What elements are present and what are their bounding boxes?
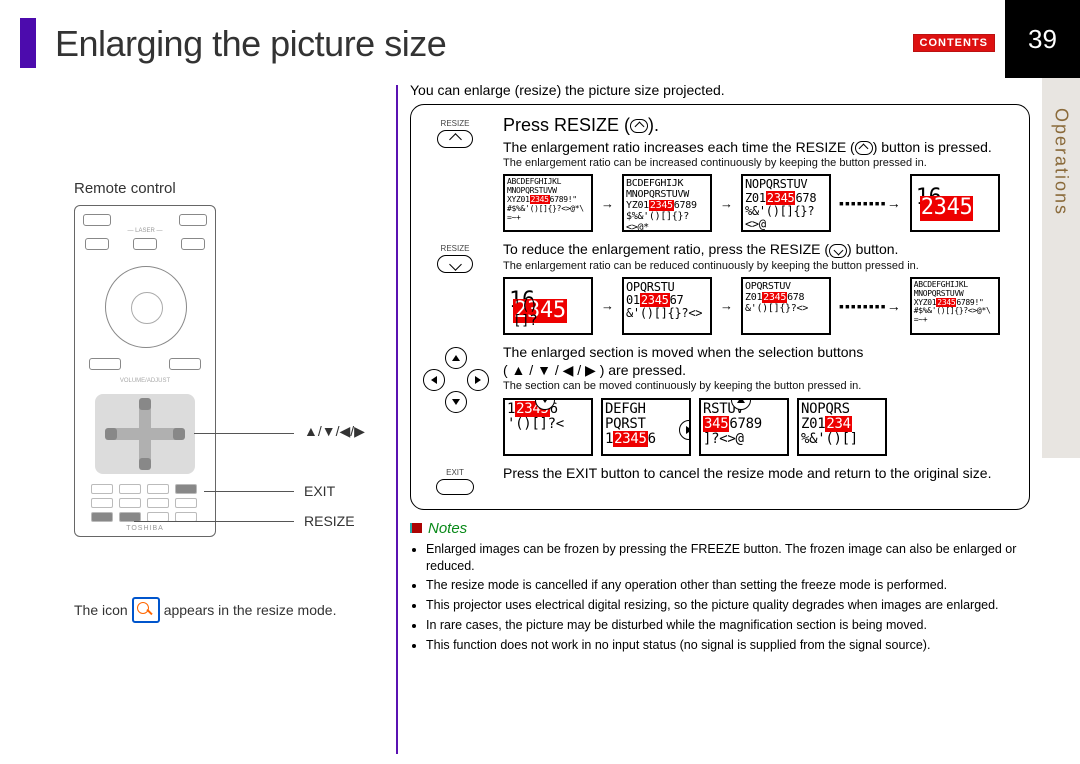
move-thumbs: 123456'()[]?< DEFGHPQRST123456 RSTUV3456… (503, 398, 1015, 456)
note-item: This function does not work in no input … (426, 637, 1030, 654)
enlarge-thumbs: ABCDEFGHIJKLMNOPQRSTUVWXYZ0123456789!"#$… (503, 174, 1015, 232)
notes-heading: Notes (428, 520, 467, 537)
step2-sub: The enlargement ratio can be reduced con… (503, 259, 1015, 273)
note-item: In rare cases, the picture may be distur… (426, 617, 1030, 634)
resize-down-label: RESIZE (441, 244, 470, 253)
title-bar: Enlarging the picture size (55, 20, 1000, 68)
dpad-icon (423, 347, 487, 411)
callout-arrows: ▲/▼/◀/▶ (304, 423, 365, 440)
brand-label: TOSHIBA (75, 525, 215, 532)
step2-text: To reduce the enlargement ratio, press t… (503, 240, 1015, 258)
reduce-thumbs: 123456'()[]?< → OPQRSTU01234567&'()[]{}?… (503, 277, 1015, 335)
intro-text: You can enlarge (resize) the picture siz… (410, 82, 1030, 98)
notes-section: Notes Enlarged images can be frozen by p… (410, 520, 1030, 654)
resize-up-label: RESIZE (441, 119, 470, 128)
icon-note-post: appears in the resize mode. (164, 602, 337, 618)
resize-down-icon (437, 255, 473, 273)
step4-text: Press the EXIT button to cancel the resi… (503, 464, 1015, 482)
column-divider (396, 85, 398, 754)
callout-exit: EXIT (304, 483, 335, 499)
remote-label: Remote control (74, 180, 384, 197)
exit-label: EXIT (446, 468, 464, 477)
icon-note: The icon appears in the resize mode. (74, 597, 384, 623)
icon-note-pre: The icon (74, 602, 128, 618)
step1-text: The enlargement ratio increases each tim… (503, 138, 1015, 156)
remote-diagram: — LASER — VOLUME/ADJUST TOSHIBA (74, 205, 216, 537)
note-item: Enlarged images can be frozen by pressin… (426, 541, 1030, 575)
notes-list: Enlarged images can be frozen by pressin… (426, 541, 1030, 654)
page-number: 39 (1005, 0, 1080, 78)
section-tab: Operations (1042, 78, 1080, 458)
instruction-box: RESIZE Press RESIZE (). The enlargement … (410, 104, 1030, 510)
callout-resize: RESIZE (304, 513, 355, 529)
resize-up-icon (437, 130, 473, 148)
step1-title: Press RESIZE (). (503, 115, 1015, 136)
note-item: This projector uses electrical digital r… (426, 597, 1030, 614)
page-title: Enlarging the picture size (55, 23, 446, 65)
step1-sub: The enlargement ratio can be increased c… (503, 156, 1015, 170)
exit-icon (436, 479, 474, 495)
notes-bullet-icon (410, 523, 422, 533)
note-item: The resize mode is cancelled if any oper… (426, 577, 1030, 594)
contents-button[interactable]: CONTENTS (913, 34, 996, 52)
step3-sub: The section can be moved continuously by… (503, 379, 1015, 393)
header-accent (20, 18, 36, 68)
magnifier-icon (132, 597, 160, 623)
step3-text: The enlarged section is moved when the s… (503, 343, 1015, 379)
